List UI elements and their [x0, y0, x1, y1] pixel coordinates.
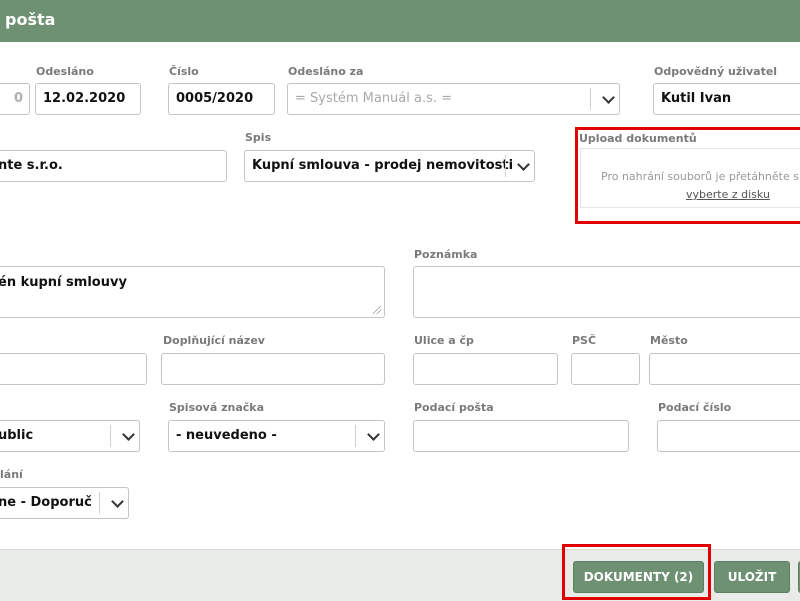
sent-label: Odesláno: [36, 65, 94, 78]
extra-name-label: Doplňující název: [163, 334, 265, 347]
zip-label: PSČ: [572, 334, 597, 347]
number-label: Číslo: [169, 65, 199, 78]
select-separator: [110, 425, 111, 447]
sent-for-select[interactable]: = Systém Manuál a.s. =: [287, 83, 620, 115]
company-field[interactable]: nte s.r.o.: [0, 150, 227, 182]
subject-textarea[interactable]: én kupní smlouvy: [0, 266, 385, 318]
chevron-down-icon: [122, 428, 135, 441]
spis-label: Spis: [245, 131, 272, 144]
delivery-select[interactable]: ne - Doporuč: [0, 487, 129, 519]
select-separator: [505, 155, 506, 177]
upload-drop-text: Pro nahrání souborů je přetáhněte s: [601, 170, 799, 183]
sent-date-field[interactable]: 12.02.2020: [35, 83, 141, 115]
save-button[interactable]: ULOŽIT: [714, 561, 790, 593]
partial-date-field[interactable]: 0: [0, 83, 30, 115]
number-value: 0005/2020: [176, 91, 254, 106]
post-number-label: Podací číslo: [658, 401, 732, 414]
chevron-down-icon: [111, 495, 124, 508]
upload-documents-panel: Upload dokumentů Pro nahrání souborů je …: [575, 127, 800, 224]
extra-name-field[interactable]: [161, 353, 385, 385]
upload-label: Upload dokumentů: [579, 132, 697, 145]
partial-date-value: 0: [13, 91, 23, 106]
dialog-title: pošta: [5, 10, 56, 29]
delivery-label: lání: [0, 468, 23, 481]
chevron-down-icon: [367, 428, 380, 441]
street-label: Ulice a čp: [414, 334, 474, 347]
street-field[interactable]: [413, 353, 558, 385]
chevron-down-icon: [517, 158, 530, 171]
post-office-field[interactable]: [413, 420, 629, 452]
zip-field[interactable]: [571, 353, 640, 385]
post-number-field[interactable]: [657, 420, 800, 452]
documents-button-highlight: [562, 544, 711, 600]
responsible-label: Odpovědný uživatel: [654, 65, 778, 78]
resize-handle-icon[interactable]: [373, 306, 381, 314]
upload-drop-zone[interactable]: Pro nahrání souborů je přetáhněte s vybe…: [580, 148, 800, 208]
number-field[interactable]: 0005/2020: [168, 83, 275, 115]
sent-date-value: 12.02.2020: [43, 91, 126, 106]
type-value: ublic: [0, 428, 34, 443]
file-mark-label: Spisová značka: [169, 401, 265, 414]
select-separator: [99, 492, 100, 514]
post-office-label: Podací pošta: [414, 401, 494, 414]
file-mark-select[interactable]: - neuvedeno -: [168, 420, 385, 452]
note-label: Poznámka: [414, 248, 478, 261]
dialog-header: pošta: [0, 0, 800, 42]
delivery-value: ne - Doporuč: [0, 495, 92, 510]
responsible-field[interactable]: Kutil Ivan: [653, 83, 800, 115]
select-separator: [590, 88, 591, 110]
type-select[interactable]: ublic: [0, 420, 140, 452]
spis-select[interactable]: Kupní smlouva - prodej nemovitosti: [244, 150, 535, 182]
upload-select-link[interactable]: vyberte z disku: [686, 188, 770, 201]
spis-value: Kupní smlouva - prodej nemovitosti: [252, 158, 514, 173]
name-field[interactable]: [0, 353, 147, 385]
file-mark-value: - neuvedeno -: [176, 428, 277, 443]
city-field[interactable]: [649, 353, 800, 385]
subject-value: én kupní smlouvy: [0, 275, 127, 290]
chevron-down-icon: [602, 91, 615, 104]
note-textarea[interactable]: [413, 266, 800, 318]
responsible-value: Kutil Ivan: [661, 91, 732, 106]
sent-for-label: Odesláno za: [288, 65, 364, 78]
select-separator: [355, 425, 356, 447]
sent-for-value: = Systém Manuál a.s. =: [295, 91, 453, 106]
company-value: nte s.r.o.: [0, 158, 63, 173]
city-label: Město: [650, 334, 688, 347]
